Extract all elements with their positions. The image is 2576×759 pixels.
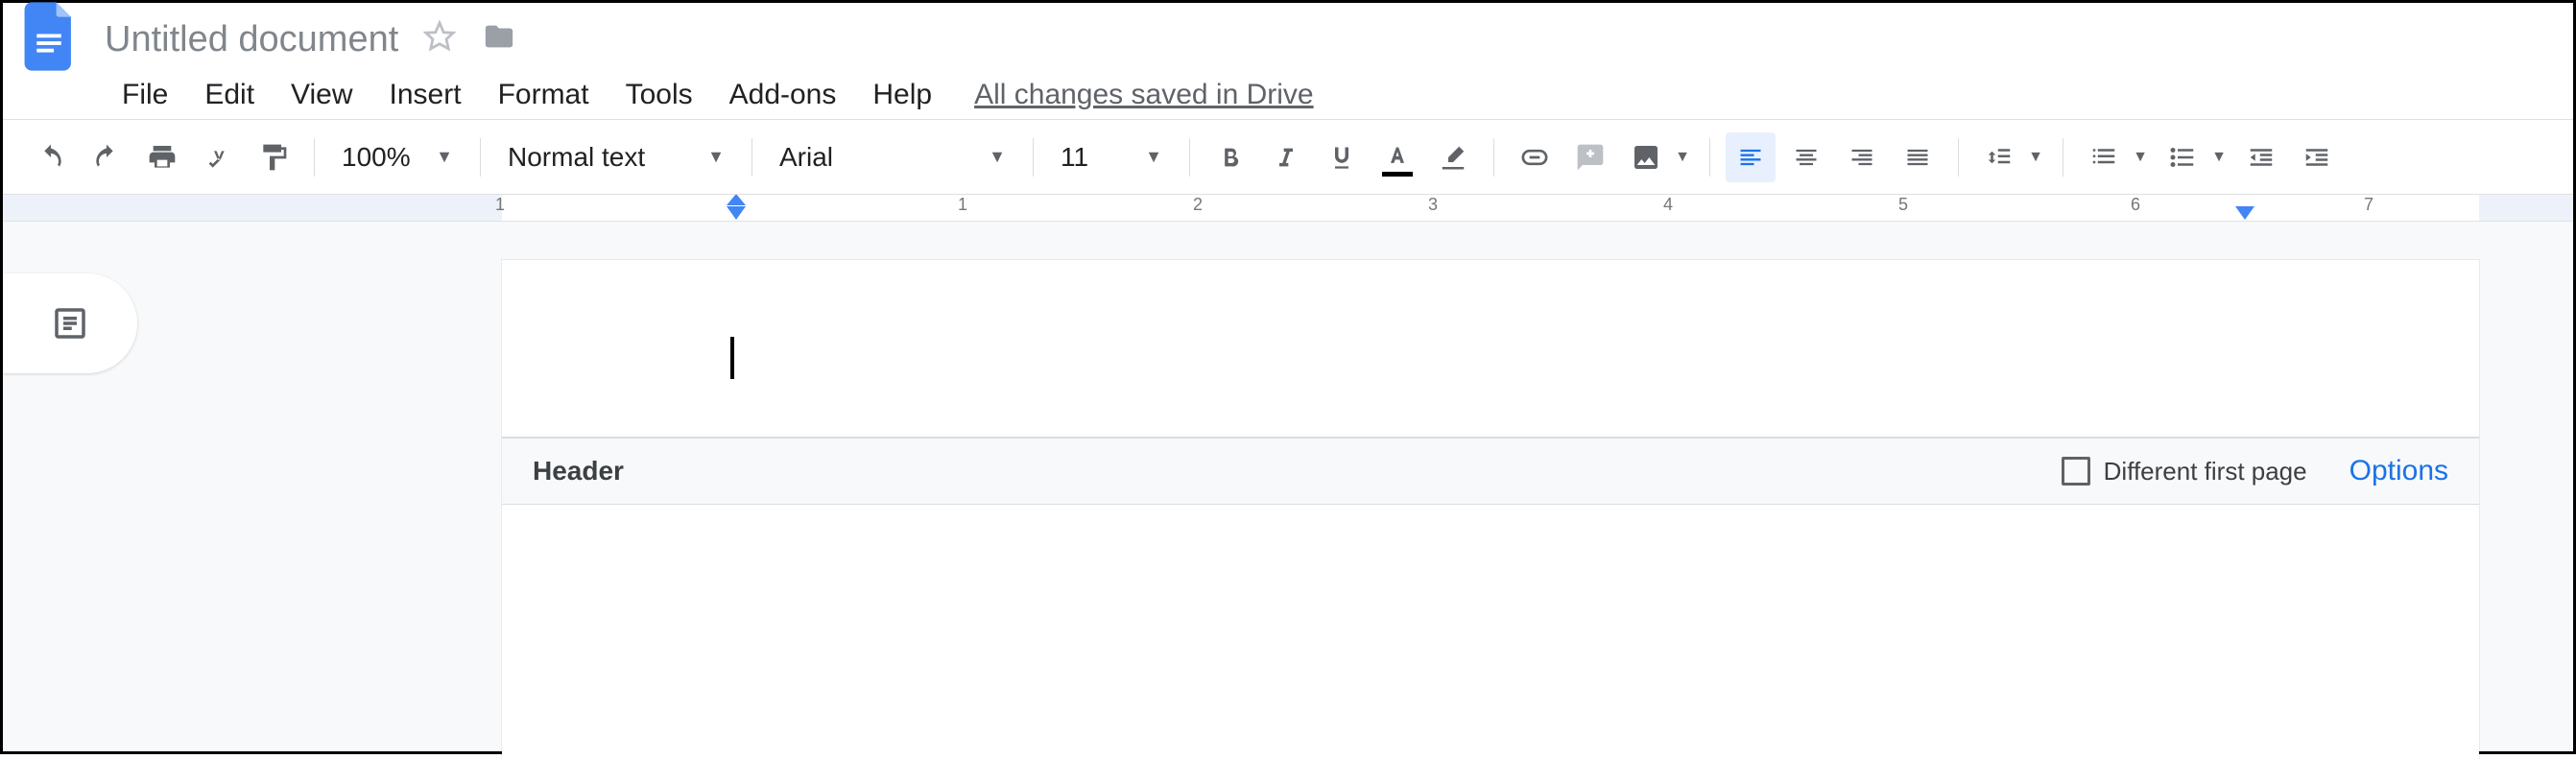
- toolbar: 100% ▼ Normal text ▼ Arial ▼ 11 ▼: [3, 120, 2573, 195]
- document-title[interactable]: Untitled document: [105, 13, 398, 60]
- insert-image-caret[interactable]: ▼: [1671, 132, 1694, 182]
- header-label: Header: [533, 456, 624, 486]
- menu-addons[interactable]: Add-ons: [712, 75, 854, 115]
- italic-button[interactable]: [1261, 132, 1311, 182]
- menu-format[interactable]: Format: [481, 75, 607, 115]
- save-status[interactable]: All changes saved in Drive: [974, 79, 1314, 111]
- zoom-value: 100%: [342, 142, 411, 173]
- text-color-button[interactable]: [1372, 132, 1422, 182]
- menu-tools[interactable]: Tools: [608, 75, 710, 115]
- highlight-color-button[interactable]: [1428, 132, 1478, 182]
- bold-button[interactable]: [1205, 132, 1255, 182]
- right-indent-marker[interactable]: [2235, 206, 2254, 220]
- different-first-page-checkbox[interactable]: Different first page: [2062, 457, 2307, 486]
- docs-logo[interactable]: [20, 0, 78, 74]
- font-family-value: Arial: [779, 142, 833, 173]
- increase-indent-button[interactable]: [2292, 132, 2342, 182]
- align-center-button[interactable]: [1781, 132, 1831, 182]
- bulleted-list-caret[interactable]: ▼: [2207, 132, 2230, 182]
- add-comment-button[interactable]: [1565, 132, 1615, 182]
- document-page[interactable]: Header Different first page Options: [502, 260, 2479, 759]
- menu-edit[interactable]: Edit: [187, 75, 272, 115]
- spellcheck-button[interactable]: [193, 132, 243, 182]
- document-outline-toggle[interactable]: [3, 273, 137, 373]
- menu-bar: File Edit View Insert Format Tools Add-o…: [3, 70, 2573, 120]
- menu-view[interactable]: View: [274, 75, 370, 115]
- paint-format-button[interactable]: [249, 132, 298, 182]
- star-icon[interactable]: [423, 20, 456, 53]
- caret-down-icon: ▼: [436, 147, 453, 167]
- text-cursor: [730, 337, 734, 379]
- different-first-page-label: Different first page: [2104, 457, 2307, 486]
- line-spacing-button[interactable]: [1974, 132, 2024, 182]
- ruler[interactable]: 11234567: [3, 195, 2573, 222]
- document-body-area[interactable]: [502, 505, 2479, 658]
- print-button[interactable]: [137, 132, 187, 182]
- paragraph-style-dropdown[interactable]: Normal text ▼: [496, 132, 736, 182]
- numbered-list-caret[interactable]: ▼: [2129, 132, 2152, 182]
- paragraph-style-value: Normal text: [508, 142, 645, 173]
- align-left-button[interactable]: [1726, 132, 1776, 182]
- zoom-dropdown[interactable]: 100% ▼: [330, 132, 465, 182]
- font-size-value: 11: [1061, 142, 1088, 173]
- insert-link-button[interactable]: [1510, 132, 1560, 182]
- header-options-button[interactable]: Options: [2349, 455, 2448, 487]
- numbered-list-button[interactable]: [2079, 132, 2129, 182]
- checkbox-icon: [2062, 457, 2090, 486]
- undo-button[interactable]: [26, 132, 76, 182]
- bulleted-list-button[interactable]: [2158, 132, 2207, 182]
- menu-insert[interactable]: Insert: [372, 75, 479, 115]
- workspace: Header Different first page Options: [3, 222, 2573, 751]
- align-right-button[interactable]: [1837, 132, 1887, 182]
- move-to-folder-icon[interactable]: [481, 20, 517, 53]
- first-line-indent-marker[interactable]: [727, 195, 746, 205]
- line-spacing-caret[interactable]: ▼: [2024, 132, 2047, 182]
- caret-down-icon: ▼: [1145, 147, 1162, 167]
- decrease-indent-button[interactable]: [2236, 132, 2286, 182]
- font-size-dropdown[interactable]: 11 ▼: [1049, 132, 1174, 182]
- header-control-strip: Header Different first page Options: [502, 438, 2479, 505]
- font-family-dropdown[interactable]: Arial ▼: [768, 132, 1017, 182]
- caret-down-icon: ▼: [707, 147, 725, 167]
- underline-button[interactable]: [1317, 132, 1367, 182]
- header-editing-area[interactable]: [502, 260, 2479, 438]
- align-justify-button[interactable]: [1893, 132, 1943, 182]
- left-indent-marker[interactable]: [727, 206, 746, 220]
- menu-file[interactable]: File: [105, 75, 185, 115]
- insert-image-button[interactable]: [1621, 132, 1671, 182]
- caret-down-icon: ▼: [989, 147, 1006, 167]
- redo-button[interactable]: [82, 132, 131, 182]
- menu-help[interactable]: Help: [855, 75, 949, 115]
